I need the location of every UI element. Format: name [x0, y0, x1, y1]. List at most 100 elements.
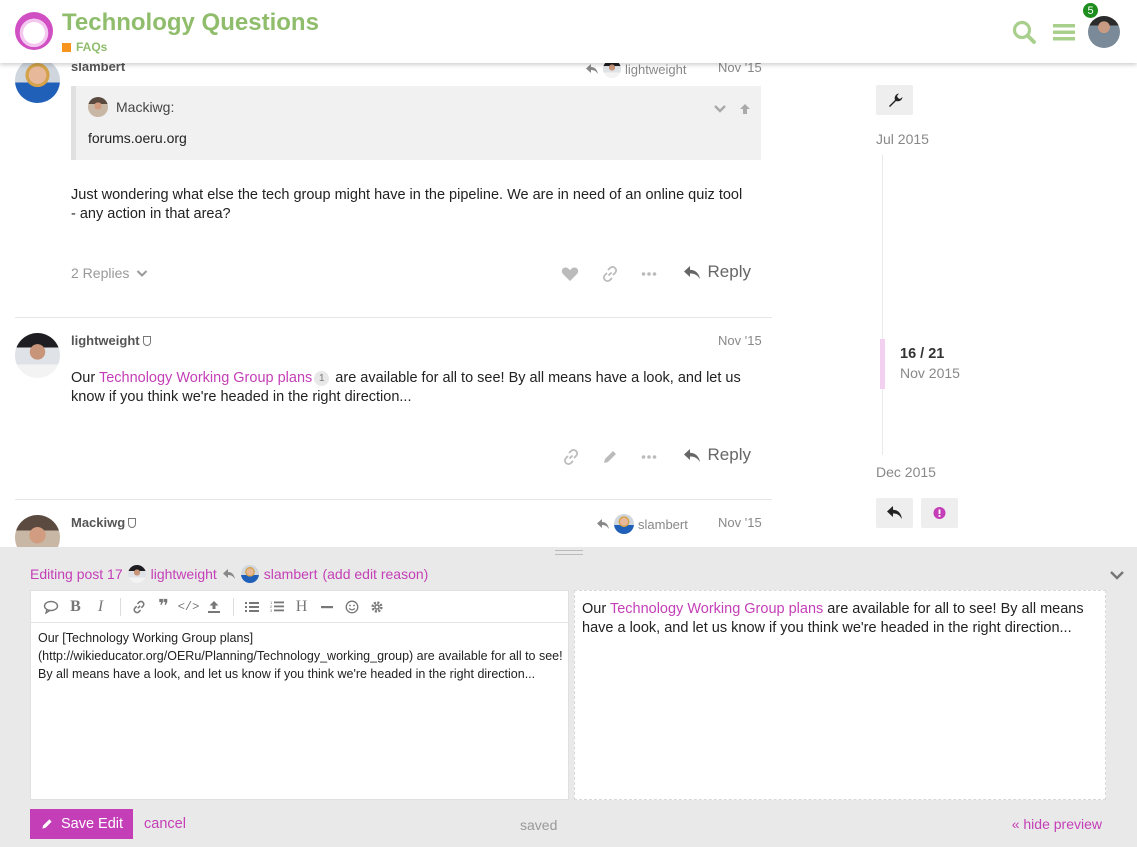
reply-button[interactable]: Reply — [683, 445, 751, 465]
reply-to-indicator[interactable]: slambert — [596, 514, 688, 534]
post-actions: Reply — [71, 442, 761, 472]
reply-to-username: slambert — [638, 516, 688, 532]
reply-arrow-icon — [683, 265, 700, 279]
category-badge[interactable]: FAQs — [62, 40, 107, 54]
composer-resize-grip[interactable] — [555, 550, 583, 555]
timeline-flag-button[interactable] — [921, 498, 958, 528]
emoji-icon[interactable] — [340, 596, 363, 618]
avatar[interactable] — [15, 58, 60, 103]
svg-text:3: 3 — [270, 608, 273, 613]
heading-icon[interactable]: H — [290, 596, 313, 618]
post-date[interactable]: Nov '15 — [718, 333, 762, 348]
moderator-shield-icon — [128, 518, 137, 528]
reply-arrow-icon — [222, 569, 235, 579]
reply-button[interactable]: Reply — [683, 262, 751, 282]
reply-to-avatar — [614, 514, 634, 534]
link-icon[interactable] — [601, 265, 619, 283]
editing-user-avatar — [127, 565, 146, 583]
arrow-up-icon[interactable] — [739, 103, 751, 115]
post-content: Just wondering what else the tech group … — [71, 187, 743, 222]
chevron-down-icon[interactable] — [713, 104, 727, 114]
italic-icon[interactable]: I — [89, 596, 112, 618]
working-group-plans-link[interactable]: Technology Working Group plans — [99, 370, 312, 386]
more-options-icon[interactable] — [640, 448, 658, 466]
editor-toolbar: B I ❞ </> 123 H — [31, 591, 568, 623]
editor-preview: Our Technology Working Group plans are a… — [574, 590, 1106, 800]
code-icon[interactable]: </> — [177, 596, 200, 618]
avatar[interactable] — [15, 515, 60, 547]
numbered-list-icon[interactable]: 123 — [265, 596, 288, 618]
timeline-scroll-handle[interactable] — [880, 339, 885, 389]
username-text: lightweight — [71, 333, 140, 348]
alert-icon — [933, 507, 946, 519]
toolbar-divider — [233, 597, 234, 616]
editor-pane: B I ❞ </> 123 H Our [Technology Working … — [30, 590, 570, 800]
quote-controls — [713, 100, 751, 115]
avatar[interactable] — [15, 333, 60, 378]
site-header: Technology Questions FAQs 5 — [0, 0, 1137, 63]
search-icon[interactable] — [1011, 19, 1037, 45]
save-edit-label: Save Edit — [60, 816, 124, 832]
preview-working-group-link[interactable]: Technology Working Group plans — [610, 601, 823, 617]
replies-label: 2 Replies — [71, 265, 130, 281]
hide-preview-link[interactable]: « hide preview — [1012, 816, 1102, 832]
upload-icon[interactable] — [202, 596, 225, 618]
notification-count-badge[interactable]: 5 — [1082, 2, 1099, 19]
reply-to-avatar — [240, 565, 259, 583]
cancel-link[interactable]: cancel — [144, 816, 186, 832]
edit-pencil-icon[interactable] — [601, 448, 619, 466]
editor-textarea[interactable]: Our [Technology Working Group plans](htt… — [31, 623, 570, 799]
edit-pencil-icon — [42, 819, 52, 829]
options-gear-icon[interactable] — [365, 596, 388, 618]
bold-icon[interactable]: B — [64, 596, 87, 618]
hyperlink-icon[interactable] — [127, 596, 150, 618]
quote-header: Mackiwg: — [88, 97, 174, 117]
admin-wrench-button[interactable] — [876, 85, 913, 115]
editing-post-label[interactable]: Editing post 17 — [30, 566, 123, 582]
timeline-end-date[interactable]: Dec 2015 — [876, 464, 936, 480]
composer-panel: Editing post 17 lightweight slambert (ad… — [0, 547, 1137, 847]
reply-label: Reply — [707, 445, 751, 464]
link-icon[interactable] — [562, 448, 580, 466]
post-date[interactable]: Nov '15 — [718, 515, 762, 530]
edit-reason-link[interactable]: (add edit reason) — [322, 566, 428, 582]
more-options-icon[interactable] — [640, 265, 658, 283]
site-logo[interactable] — [15, 12, 53, 50]
collapse-composer-chevron-icon[interactable] — [1109, 567, 1125, 583]
post-mackiwg: Mackiwg slambert Nov '15 — [15, 507, 772, 547]
horizontal-rule-icon[interactable] — [315, 596, 338, 618]
reply-arrow-icon — [597, 519, 609, 529]
post-divider — [15, 317, 772, 318]
timeline-start-date[interactable]: Jul 2015 — [876, 131, 929, 147]
category-color-swatch — [62, 42, 71, 52]
bullet-list-icon[interactable] — [240, 596, 263, 618]
post-slambert: slambert lightweight Nov '15 Mackiwg: fo… — [15, 52, 772, 317]
reply-to-username: lightweight — [625, 61, 687, 77]
post-actions: 2 Replies Reply — [71, 259, 761, 289]
post-username[interactable]: Mackiwg — [71, 515, 137, 530]
timeline-position: 16 / 21 — [900, 346, 945, 362]
editing-username[interactable]: lightweight — [151, 566, 217, 582]
quote-reply-icon[interactable] — [39, 596, 62, 618]
reply-arrow-icon — [586, 64, 598, 74]
post-divider — [15, 499, 772, 500]
wrench-icon — [889, 93, 903, 107]
like-heart-icon[interactable] — [561, 265, 579, 283]
current-user-avatar[interactable] — [1088, 16, 1120, 48]
post-username[interactable]: lightweight — [71, 333, 151, 348]
quote-author-avatar — [88, 97, 108, 117]
timeline-reply-button[interactable] — [876, 498, 913, 528]
replies-toggle-button[interactable]: 2 Replies — [71, 265, 148, 281]
blockquote-icon[interactable]: ❞ — [152, 596, 175, 618]
link-click-count: 1 — [314, 371, 330, 386]
username-text: Mackiwg — [71, 515, 126, 530]
save-edit-button[interactable]: Save Edit — [30, 809, 133, 839]
reply-arrow-icon — [683, 448, 700, 462]
reply-label: Reply — [707, 262, 751, 281]
topic-title[interactable]: Technology Questions — [62, 9, 319, 37]
draft-status: saved — [520, 817, 558, 833]
hamburger-menu-icon[interactable] — [1051, 19, 1077, 45]
timeline-track[interactable] — [882, 155, 883, 455]
reply-to-username[interactable]: slambert — [264, 566, 318, 582]
timeline-position-date: Nov 2015 — [900, 365, 960, 381]
